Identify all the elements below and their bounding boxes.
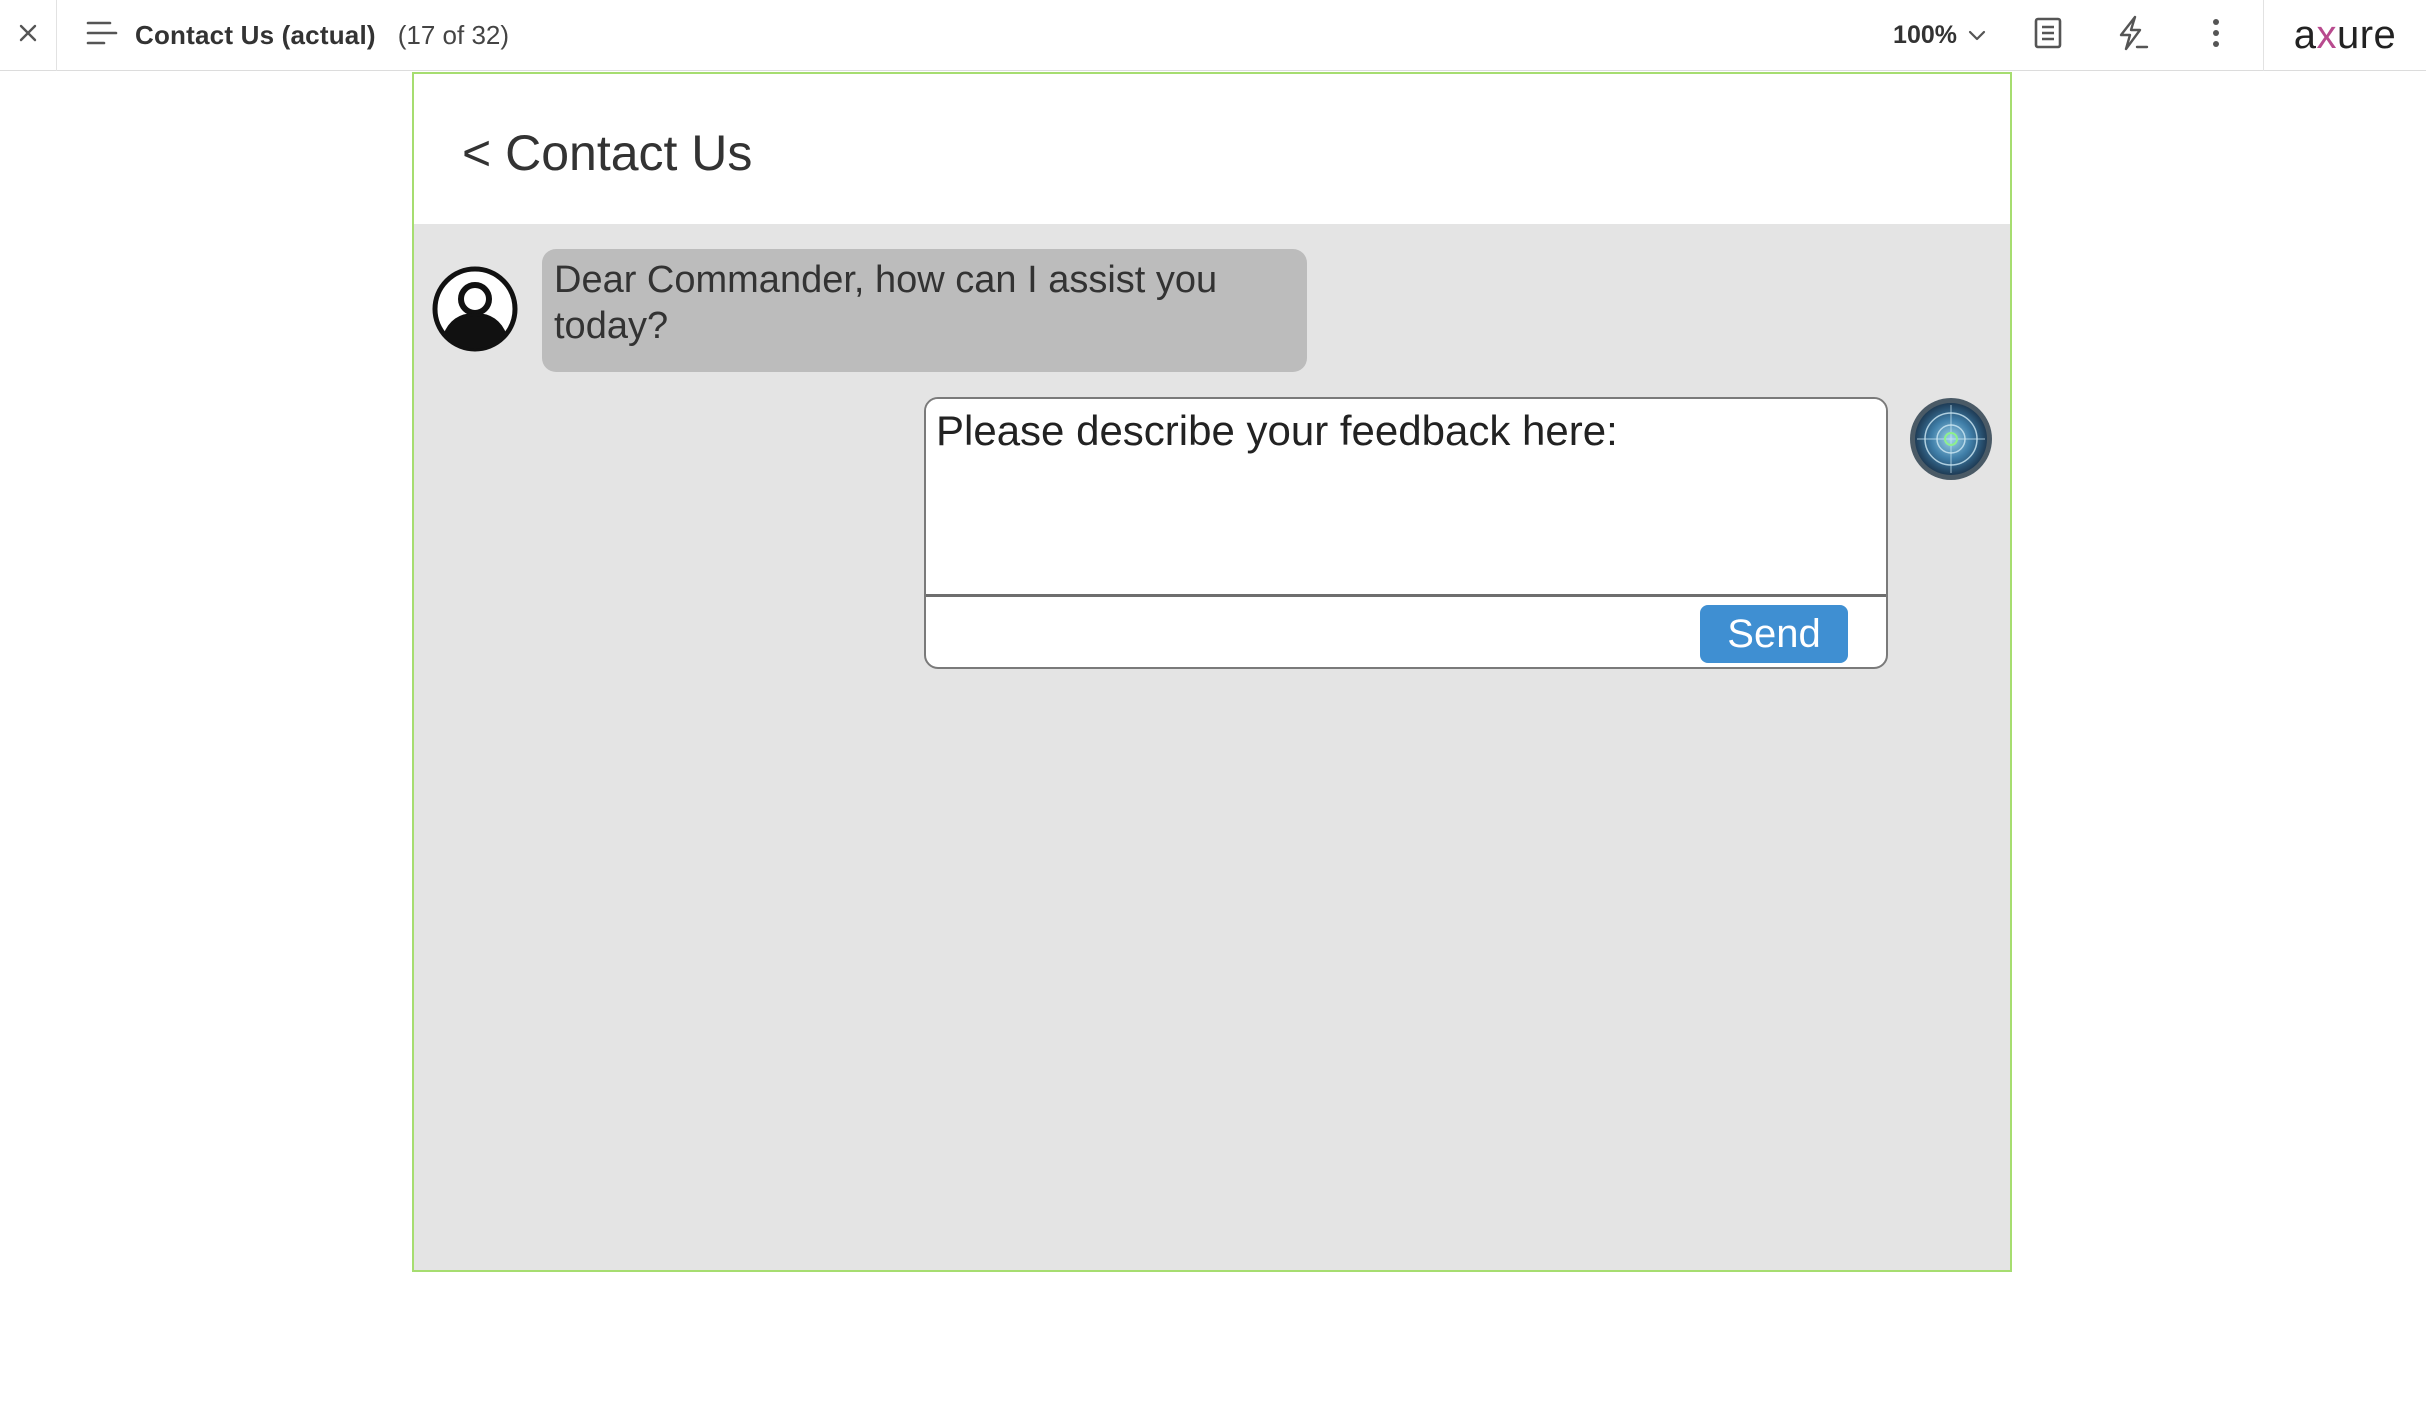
logo-text-end: ure xyxy=(2336,12,2397,57)
prototype-frame: < Contact Us Dear Commander, how can I a… xyxy=(412,72,2012,1272)
more-vertical-icon xyxy=(2211,18,2221,53)
page-title: Contact Us (actual) xyxy=(135,19,376,50)
feedback-input[interactable] xyxy=(926,399,1886,597)
lightning-icon xyxy=(2115,15,2149,56)
bot-message-bubble: Dear Commander, how can I assist you tod… xyxy=(542,249,1307,372)
document-notes-icon xyxy=(2033,16,2063,55)
contact-header: < Contact Us xyxy=(414,74,2010,224)
more-options-button[interactable] xyxy=(2193,0,2239,71)
zoom-dropdown[interactable]: 100% xyxy=(1893,21,1987,50)
user-avatar-icon xyxy=(432,266,518,352)
axure-logo: a x ure xyxy=(2263,0,2426,71)
hamburger-menu-icon xyxy=(86,19,118,52)
sitemap-menu-button[interactable] xyxy=(85,0,119,71)
zoom-value: 100% xyxy=(1893,20,1957,49)
page-counter: (17 of 32) xyxy=(397,19,510,50)
player-toolbar: Contact Us (actual) (17 of 32) 100% a x … xyxy=(0,0,2426,71)
logo-text-x: x xyxy=(2316,12,2337,57)
radar-avatar-icon xyxy=(1908,396,1994,482)
back-button-title[interactable]: < Contact Us xyxy=(462,128,752,178)
chevron-down-icon xyxy=(1957,21,1987,50)
close-icon xyxy=(18,23,38,48)
feedback-composer: Send xyxy=(924,397,1888,669)
logo-text-start: a xyxy=(2293,12,2317,57)
send-button[interactable]: Send xyxy=(1700,605,1848,663)
close-button[interactable] xyxy=(0,0,57,71)
interactions-button[interactable] xyxy=(2109,0,2155,71)
notes-button[interactable] xyxy=(2025,0,2071,71)
